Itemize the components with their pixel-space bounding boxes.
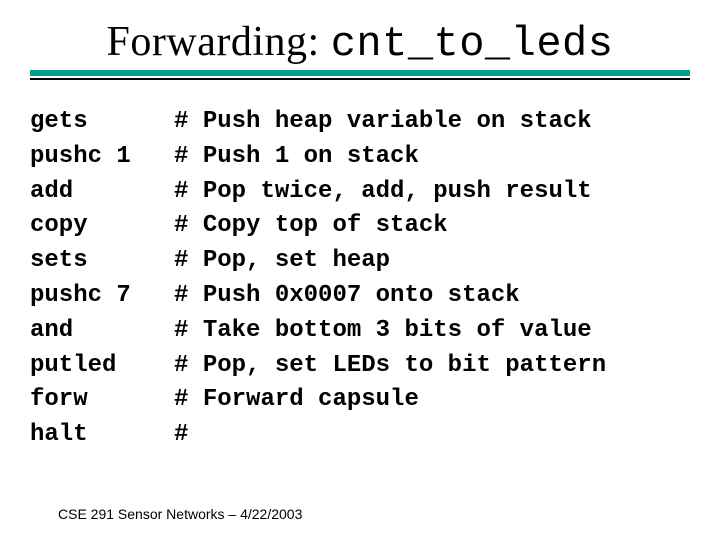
- code-block: gets # Push heap variable on stack pushc…: [30, 105, 606, 453]
- slide: Forwarding: cnt_to_leds gets # Push heap…: [0, 0, 720, 540]
- title-mono: cnt_to_leds: [331, 20, 614, 68]
- slide-title: Forwarding: cnt_to_leds: [0, 18, 720, 68]
- slide-footer: CSE 291 Sensor Networks – 4/22/2003: [58, 506, 302, 522]
- title-underline-teal: [30, 70, 690, 76]
- title-text: Forwarding:: [107, 19, 331, 65]
- title-underline-black: [30, 78, 690, 80]
